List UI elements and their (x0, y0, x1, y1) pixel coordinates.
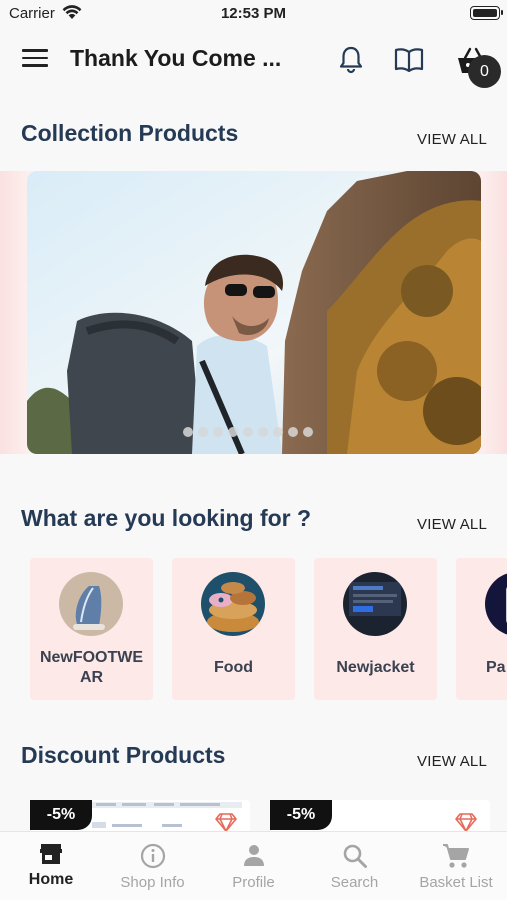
discount-view-all-link[interactable]: VIEW ALL (417, 753, 487, 770)
pagination-dot[interactable] (288, 427, 298, 437)
pagination-dot[interactable] (258, 427, 268, 437)
tab-profile[interactable]: Profile (203, 832, 304, 900)
collection-section-title: Collection Products (21, 120, 239, 146)
hamburger-menu-icon[interactable] (22, 49, 48, 71)
tab-basket-list[interactable]: Basket List (405, 832, 507, 900)
discount-badge: -5% (270, 800, 332, 830)
bell-icon[interactable] (337, 45, 365, 75)
app-bar: Thank You Come ... 0 (0, 28, 507, 92)
category-label: Food (213, 659, 254, 676)
screen-image (343, 572, 407, 636)
store-icon (39, 843, 63, 870)
discount-section-title: Discount Products (21, 742, 226, 768)
collection-banner-image[interactable] (27, 171, 481, 454)
pagination-dot[interactable] (303, 427, 313, 437)
shoe-image (59, 572, 123, 636)
pagination-dot[interactable] (228, 427, 238, 437)
page-title: Thank You Come ... (70, 45, 282, 71)
category-label: NewFOOTWE AR (39, 649, 144, 686)
categories-section-title: What are you looking for ? (21, 505, 312, 531)
category-list: NewFOOTWE AR Food Newjacket Pa (0, 558, 507, 703)
person-icon (242, 843, 266, 872)
cart-icon (442, 843, 470, 874)
pagination-dot[interactable] (273, 427, 283, 437)
tab-label: Search (330, 874, 379, 891)
gem-icon[interactable] (454, 812, 478, 832)
donuts-image (201, 572, 265, 636)
gem-icon[interactable] (214, 812, 238, 832)
tab-label: Shop Info (120, 874, 185, 891)
tab-shop-info[interactable]: Shop Info (102, 832, 203, 900)
pagination-dot[interactable] (198, 427, 208, 437)
categories-view-all-link[interactable]: VIEW ALL (417, 516, 487, 533)
tab-label: Home (28, 871, 74, 888)
book-icon[interactable] (393, 46, 425, 74)
tab-label: Profile (232, 874, 275, 891)
pagination-dot[interactable] (183, 427, 193, 437)
pagination-dot[interactable] (243, 427, 253, 437)
collection-view-all-link[interactable]: VIEW ALL (417, 131, 487, 148)
tab-label: Basket List (419, 874, 493, 891)
pagination-dot[interactable] (213, 427, 223, 437)
clock-time: 12:53 PM (220, 5, 287, 22)
info-icon (140, 843, 166, 874)
tab-search[interactable]: Search (304, 832, 405, 900)
tab-home[interactable]: Home (0, 832, 102, 900)
category-label: Newjacket (336, 659, 415, 676)
bottom-tab-bar: Home Shop Info Profile Search Basket Lis… (0, 831, 507, 900)
category-card-newjacket[interactable]: Newjacket (314, 558, 437, 700)
search-icon (342, 843, 368, 874)
status-bar: Carrier 12:53 PM (0, 0, 507, 28)
cart-count-badge: 0 (468, 55, 501, 88)
category-label: Pa (486, 659, 506, 676)
category-card-food[interactable]: Food (172, 558, 295, 700)
battery-icon (470, 6, 503, 20)
discount-badge: -5% (30, 800, 92, 830)
category-card-partial[interactable]: Pa (456, 558, 507, 700)
device-image (485, 572, 507, 636)
category-card-newfootwear[interactable]: NewFOOTWE AR (30, 558, 153, 700)
banner-pagination (183, 427, 313, 437)
